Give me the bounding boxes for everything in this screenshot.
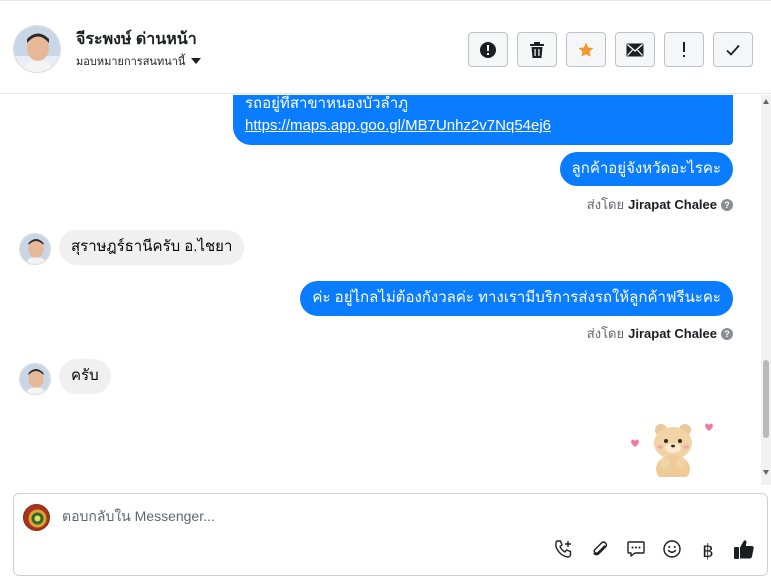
page-avatar <box>23 504 50 531</box>
envelope-icon <box>626 43 644 57</box>
scroll-up-arrow-icon[interactable] <box>763 99 769 104</box>
outgoing-message: รถอยู่ที่สาขาหนองบัวลำภู https://maps.ap… <box>233 95 733 145</box>
checkmark-icon <box>725 43 741 57</box>
caret-down-icon <box>191 58 202 64</box>
star-icon <box>577 41 595 59</box>
attach-button[interactable] <box>589 540 611 562</box>
contact-avatar-small <box>19 233 51 265</box>
message-text: ค่ะ อยู่ไกลไม่ต้องกังวลค่ะ ทางเรามีบริกา… <box>312 289 721 306</box>
scrollbar-thumb[interactable] <box>763 360 769 438</box>
outgoing-message: ค่ะ อยู่ไกลไม่ต้องกังวลค่ะ ทางเรามีบริกา… <box>300 281 733 316</box>
message-thread[interactable]: รถอยู่ที่สาขาหนองบัวลำภู https://maps.ap… <box>0 95 771 485</box>
exclamation-icon <box>681 41 687 58</box>
conversation-toolbar <box>468 32 753 67</box>
contact-avatar[interactable] <box>13 25 61 73</box>
incoming-message: สุราษฎร์ธานีครับ อ.ไชยา <box>59 230 245 265</box>
emoji-icon <box>662 539 682 564</box>
mark-spam-button[interactable] <box>468 32 508 67</box>
sent-by-label: ส่งโดย Jirapat Chalee ? <box>587 323 733 344</box>
sender-name: Jirapat Chalee <box>628 197 717 212</box>
flag-button[interactable] <box>664 32 704 67</box>
mark-unread-button[interactable] <box>615 32 655 67</box>
reply-composer: ฿ <box>13 493 768 576</box>
mark-done-button[interactable] <box>713 32 753 67</box>
contact-name[interactable]: จีระพงษ์ ด่านหน้า <box>76 27 197 52</box>
contact-avatar-small <box>19 363 51 395</box>
emoji-button[interactable] <box>661 539 683 564</box>
star-button[interactable] <box>566 32 606 67</box>
scroll-down-arrow-icon[interactable] <box>763 470 769 475</box>
baht-icon: ฿ <box>702 540 714 562</box>
delete-button[interactable] <box>517 32 557 67</box>
help-icon[interactable]: ? <box>721 327 733 340</box>
payment-button[interactable]: ฿ <box>697 540 719 562</box>
sent-by-prefix: ส่งโดย <box>586 326 625 341</box>
thumbs-up-icon <box>733 538 755 565</box>
paperclip-icon <box>590 539 610 564</box>
reply-input[interactable] <box>62 508 662 524</box>
sent-by-prefix: ส่งโดย <box>586 197 625 212</box>
sent-by-label: ส่งโดย Jirapat Chalee ? <box>587 194 733 215</box>
send-like-button[interactable] <box>733 538 755 565</box>
call-button[interactable] <box>553 539 575 564</box>
thread-scrollbar[interactable] <box>761 95 771 485</box>
saved-reply-icon <box>626 539 646 564</box>
assign-conversation-dropdown[interactable]: มอบหมายการสนทนานี้ <box>76 52 202 70</box>
trash-icon <box>529 41 545 59</box>
saved-replies-button[interactable] <box>625 540 647 562</box>
composer-tools: ฿ <box>553 538 755 565</box>
phone-add-icon <box>554 539 574 564</box>
bear-sticker <box>625 417 720 485</box>
message-text: ลูกค้าอยู่จังหวัดอะไรคะ <box>571 160 721 177</box>
message-text: รถอยู่ที่สาขาหนองบัวลำภู <box>245 95 409 112</box>
conversation-header: จีระพงษ์ ด่านหน้า มอบหมายการสนทนานี้ <box>0 0 771 94</box>
help-icon[interactable]: ? <box>721 198 733 211</box>
sender-name: Jirapat Chalee <box>628 326 717 341</box>
assign-conversation-label: มอบหมายการสนทนานี้ <box>76 56 186 68</box>
incoming-message: ครับ <box>59 359 111 394</box>
outgoing-message: ลูกค้าอยู่จังหวัดอะไรคะ <box>559 152 733 186</box>
map-link[interactable]: https://maps.app.goo.gl/MB7Unhz2v7Nq54ej… <box>245 115 721 137</box>
message-text: สุราษฎร์ธานีครับ อ.ไชยา <box>71 238 233 255</box>
message-text: ครับ <box>71 367 99 384</box>
alert-circle-icon <box>479 41 497 59</box>
